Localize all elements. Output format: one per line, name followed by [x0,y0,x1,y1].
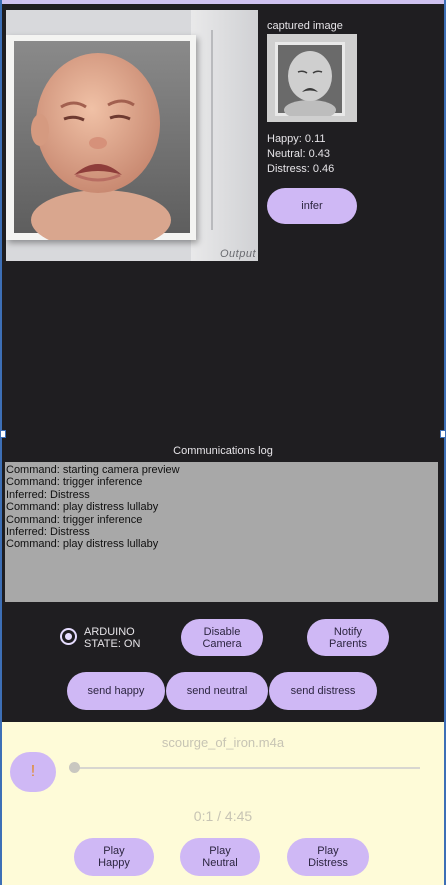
arduino-state-label[interactable]: ARDUINO STATE: ON [84,626,140,650]
log-line: Command: starting camera preview [6,464,180,476]
resize-handle-left[interactable] [0,430,6,438]
disable-camera-button[interactable]: Disable Camera [181,619,263,656]
log-line: Command: trigger inference [6,476,143,489]
seek-handle[interactable] [69,762,81,773]
communications-log[interactable]: Command: starting camera preview Command… [5,462,438,602]
crying-baby-photo [14,41,190,250]
play-neutral-label-line2: Neutral [202,857,238,869]
play-distress-label-line2: Distress [308,857,348,869]
crying-baby-thumbnail [278,45,342,120]
happy-score: Happy: 0.11 [267,133,326,145]
play-distress-label-line1: Play [317,845,339,857]
play-happy-label-line2: Happy [98,857,130,869]
play-happy-button[interactable]: Play Happy [74,838,154,876]
log-line: Command: play distress lullaby [6,501,159,514]
disable-camera-label-line2: Camera [202,637,242,650]
neutral-score: Neutral: 0.43 [267,148,330,160]
play-neutral-button[interactable]: Play Neutral [180,838,260,876]
thumbnail-photo-card [275,42,345,120]
play-happy-label-line1: Play [103,845,125,857]
play-distress-button[interactable]: Play Distress [287,838,369,876]
arduino-label-line: ARDUINO [84,626,135,638]
send-distress-button[interactable]: send distress [269,672,377,710]
seek-bar[interactable] [74,767,420,769]
play-neutral-label-line1: Play [209,845,231,857]
disable-camera-label-line1: Disable [203,625,241,638]
resize-handle-right[interactable] [440,430,446,438]
captured-image-label: captured image [267,20,343,32]
distress-score: Distress: 0.46 [267,163,335,175]
preview-paper-background [191,10,258,261]
send-happy-button[interactable]: send happy [67,672,165,710]
notify-parents-label-line2: Parents [329,637,367,650]
arduino-state-radio[interactable] [60,628,77,645]
log-line: Inferred: Distress [6,526,90,539]
play-pause-button[interactable]: ! [10,752,56,792]
send-neutral-button[interactable]: send neutral [166,672,268,710]
play-icon: ! [30,763,36,780]
log-line: Inferred: Distress [6,488,90,501]
notify-parents-button[interactable]: Notify Parents [307,619,389,656]
paper-print-text: Output [220,248,257,260]
log-line: Command: play distress lullaby [6,538,159,551]
radio-selected-dot [65,633,72,640]
arduino-state-value: STATE: ON [84,638,141,650]
notify-parents-label-line1: Notify [333,625,363,638]
infer-button[interactable]: infer [267,188,357,224]
preview-photo-card [6,35,196,250]
captured-image-thumbnail [267,34,357,122]
window-top-edge [0,0,446,4]
log-line: Command: trigger inference [6,513,143,526]
track-title: scourge_of_iron.m4a [161,735,285,750]
audio-player: scourge_of_iron.m4a ! 0:1 / 4:45 Play Ha… [2,722,444,885]
communications-log-title: Communications log [173,445,273,457]
camera-preview: Output [6,10,258,261]
preview-paper-fold [211,30,213,230]
playback-time: 0:1 / 4:45 [193,808,253,824]
